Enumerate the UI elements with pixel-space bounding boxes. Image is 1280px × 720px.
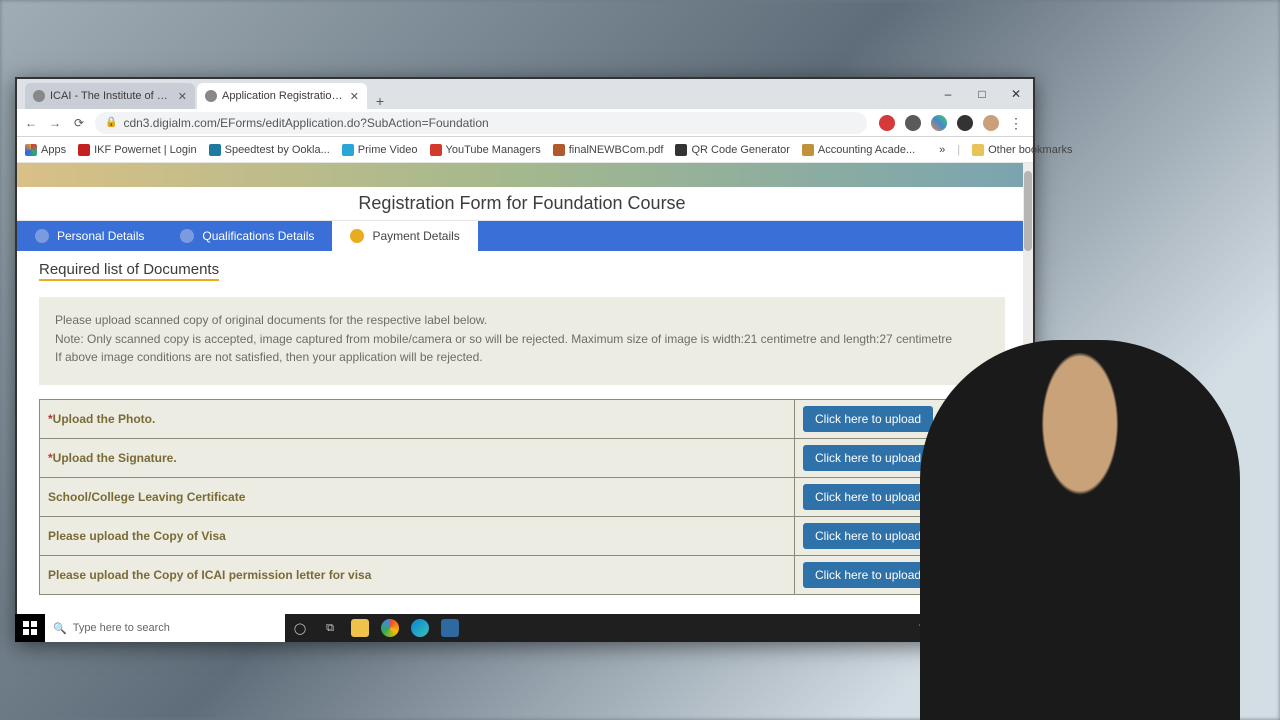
presenter-overlay (920, 340, 1240, 720)
cortana-icon[interactable]: ◯ (285, 614, 315, 642)
documents-section-heading: Required list of Documents (39, 261, 219, 281)
document-label-text: Please upload the Copy of Visa (48, 529, 226, 543)
stepper: Personal Details Qualifications Details … (17, 221, 1027, 251)
documents-table: *Upload the Photo.Click here to upload*U… (39, 399, 1005, 595)
other-bookmarks[interactable]: Other bookmarks (972, 144, 1072, 156)
document-label-text: School/College Leaving Certificate (48, 490, 245, 504)
taskbar-search[interactable]: 🔍 Type here to search (45, 614, 285, 642)
upload-button[interactable]: Click here to upload (803, 562, 933, 588)
document-label: *Upload the Signature. (40, 438, 795, 477)
search-placeholder: Type here to search (73, 622, 170, 634)
extension-icon[interactable] (931, 115, 947, 131)
back-button[interactable]: ← (23, 116, 39, 130)
page-banner (17, 163, 1027, 187)
bookmark-item[interactable]: Prime Video (342, 144, 418, 156)
page-title: Registration Form for Foundation Course (17, 187, 1027, 221)
browser-tab[interactable]: Application Registration Form ✕ (197, 83, 367, 109)
step-payment-details[interactable]: Payment Details (332, 221, 477, 251)
minimize-button[interactable]: – (931, 79, 965, 109)
close-window-button[interactable]: ✕ (999, 79, 1033, 109)
reload-button[interactable]: ⟳ (71, 116, 87, 130)
table-row: *Upload the Photo. Click here to upload (40, 399, 1005, 438)
upload-button[interactable]: Click here to upload (803, 445, 933, 471)
browser-window: ICAI - The Institute of Chartered ✕ Appl… (15, 77, 1035, 642)
bookmark-item[interactable]: Speedtest by Ookla... (209, 144, 330, 156)
instruction-line: Note: Only scanned copy is accepted, ima… (55, 330, 989, 349)
bookmarks-bar: Apps IKF Powernet | Login Speedtest by O… (17, 137, 1033, 163)
document-label: School/College Leaving Certificate (40, 477, 795, 516)
document-label: Please upload the Copy of ICAI permissio… (40, 555, 795, 594)
document-label-text: Please upload the Copy of ICAI permissio… (48, 568, 371, 582)
calculator-icon[interactable] (435, 614, 465, 642)
step-number-icon (35, 229, 49, 243)
stepper-fill (478, 221, 1027, 251)
browser-tab[interactable]: ICAI - The Institute of Chartered ✕ (25, 83, 195, 109)
document-label-text: Upload the Signature. (53, 451, 177, 465)
table-row: School/College Leaving Certificate Click … (40, 477, 1005, 516)
apps-button[interactable]: Apps (25, 144, 66, 156)
instructions-box: Please upload scanned copy of original d… (39, 297, 1005, 385)
search-icon: 🔍 (53, 622, 67, 635)
table-row: Please upload the Copy of ICAI permissio… (40, 555, 1005, 594)
table-row: Please upload the Copy of Visa Click here… (40, 516, 1005, 555)
forward-button[interactable]: → (47, 116, 63, 130)
document-label-text: Upload the Photo. (53, 412, 156, 426)
kebab-menu-icon[interactable]: ⋮ (1009, 115, 1023, 131)
extension-icon[interactable] (905, 115, 921, 131)
extension-icons: ⋮ (875, 115, 1027, 131)
tab-strip: ICAI - The Institute of Chartered ✕ Appl… (17, 79, 1033, 109)
task-view-icon[interactable]: ⧉ (315, 614, 345, 642)
extension-icon[interactable] (879, 115, 895, 131)
document-label: *Upload the Photo. (40, 399, 795, 438)
new-tab-button[interactable]: + (369, 93, 391, 109)
window-controls: – □ ✕ (931, 79, 1033, 109)
chrome-icon[interactable] (375, 614, 405, 642)
url-text: cdn3.digialm.com/EForms/editApplication.… (123, 116, 488, 130)
address-bar-row: ← → ⟳ 🔒 cdn3.digialm.com/EForms/editAppl… (17, 109, 1033, 137)
close-icon[interactable]: ✕ (350, 90, 359, 103)
bookmark-item[interactable]: YouTube Managers (430, 144, 541, 156)
step-number-icon (180, 229, 194, 243)
step-number-icon (350, 229, 364, 243)
scroll-thumb[interactable] (1024, 171, 1032, 251)
instruction-line: If above image conditions are not satisf… (55, 348, 989, 367)
lock-icon: 🔒 (105, 117, 117, 128)
bookmark-item[interactable]: QR Code Generator (675, 144, 789, 156)
profile-avatar-icon[interactable] (983, 115, 999, 131)
page-content: Registration Form for Foundation Course … (17, 163, 1033, 640)
edge-icon[interactable] (405, 614, 435, 642)
bookmarks-overflow[interactable]: » (939, 144, 945, 156)
table-row: *Upload the Signature. Click here to uplo… (40, 438, 1005, 477)
extension-icon[interactable] (957, 115, 973, 131)
tab-title: ICAI - The Institute of Chartered (50, 90, 173, 102)
favicon-icon (33, 90, 45, 102)
bookmark-item[interactable]: IKF Powernet | Login (78, 144, 197, 156)
start-button[interactable] (15, 614, 45, 642)
document-label: Please upload the Copy of Visa (40, 516, 795, 555)
step-personal-details[interactable]: Personal Details (17, 221, 162, 251)
address-bar[interactable]: 🔒 cdn3.digialm.com/EForms/editApplicatio… (95, 112, 867, 134)
close-icon[interactable]: ✕ (178, 90, 187, 103)
upload-button[interactable]: Click here to upload (803, 484, 933, 510)
windows-taskbar: 🔍 Type here to search ◯ ⧉ ? ˄ ☁ ☁ ☁ ☁ (15, 614, 1035, 642)
step-qualifications-details[interactable]: Qualifications Details (162, 221, 332, 251)
bookmark-item[interactable]: Accounting Acade... (802, 144, 915, 156)
bookmark-item[interactable]: finalNEWBCom.pdf (553, 144, 664, 156)
favicon-icon (205, 90, 217, 102)
instruction-line: Please upload scanned copy of original d… (55, 311, 989, 330)
upload-button[interactable]: Click here to upload (803, 523, 933, 549)
file-explorer-icon[interactable] (345, 614, 375, 642)
tab-title: Application Registration Form (222, 90, 345, 102)
upload-button[interactable]: Click here to upload (803, 406, 933, 432)
maximize-button[interactable]: □ (965, 79, 999, 109)
